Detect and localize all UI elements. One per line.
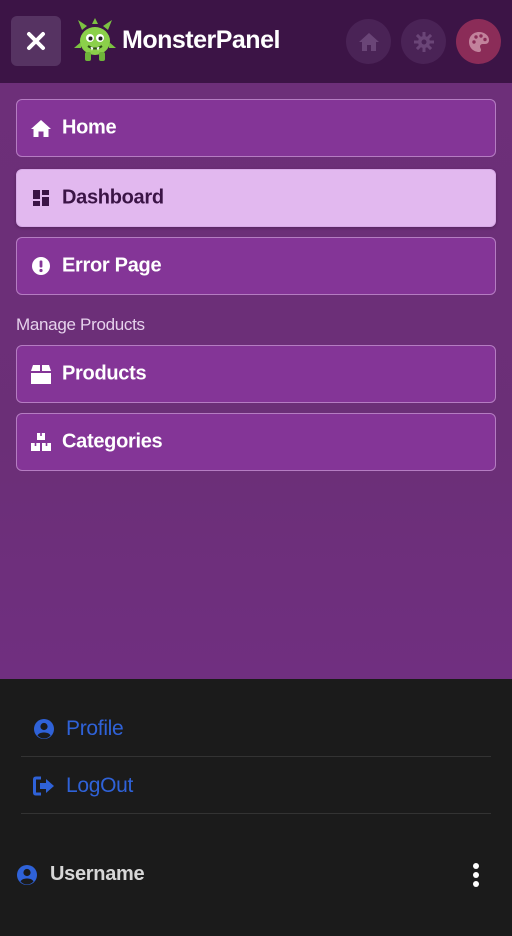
menu-item-home[interactable]: Home [16, 99, 496, 157]
user-row: Username [16, 857, 496, 893]
user-circle-icon [17, 865, 37, 885]
logout-link-label: LogOut [66, 773, 134, 797]
close-icon [27, 32, 45, 50]
close-sidebar-button[interactable] [11, 16, 61, 66]
menu-item-label: Error Page [62, 254, 162, 277]
header-home-button[interactable] [346, 19, 391, 64]
monster-logo [74, 18, 116, 61]
profile-link-label: Profile [66, 716, 124, 740]
sign-out-icon [33, 776, 54, 795]
home-icon [358, 32, 379, 51]
menu-item-label: Home [62, 116, 117, 139]
palette-icon [468, 31, 489, 52]
box-icon [30, 363, 52, 385]
menu-item-dashboard[interactable]: Dashboard [16, 169, 496, 227]
dashboard-icon [30, 187, 52, 209]
gear-icon [413, 31, 434, 52]
user-circle-icon [34, 718, 54, 739]
username: Username [50, 863, 145, 885]
header-theme-button[interactable] [456, 19, 501, 64]
brand-name: MonsterPanel [122, 26, 280, 54]
kebab-menu-icon[interactable] [468, 861, 484, 889]
section-heading: Manage Products [16, 315, 145, 334]
logout-link[interactable]: LogOut [21, 758, 491, 814]
menu-item-label: Products [62, 362, 147, 385]
menu-item-categories[interactable]: Categories [16, 413, 496, 471]
app: MonsterPanel Home Dashboard Error Page M… [0, 0, 512, 936]
menu-item-label: Categories [62, 430, 163, 453]
menu-item-products[interactable]: Products [16, 345, 496, 403]
top-header: MonsterPanel [0, 0, 512, 83]
profile-link[interactable]: Profile [21, 701, 491, 757]
menu-item-label: Dashboard [62, 186, 164, 209]
home-icon [30, 117, 52, 139]
header-settings-button[interactable] [401, 19, 446, 64]
exclamation-circle-icon [30, 255, 52, 277]
cubes-icon [30, 431, 52, 453]
sidebar-menu: Home Dashboard Error Page Manage Product… [0, 83, 512, 679]
sidebar-footer: Profile LogOut Username [0, 679, 512, 936]
menu-item-error-page[interactable]: Error Page [16, 237, 496, 295]
